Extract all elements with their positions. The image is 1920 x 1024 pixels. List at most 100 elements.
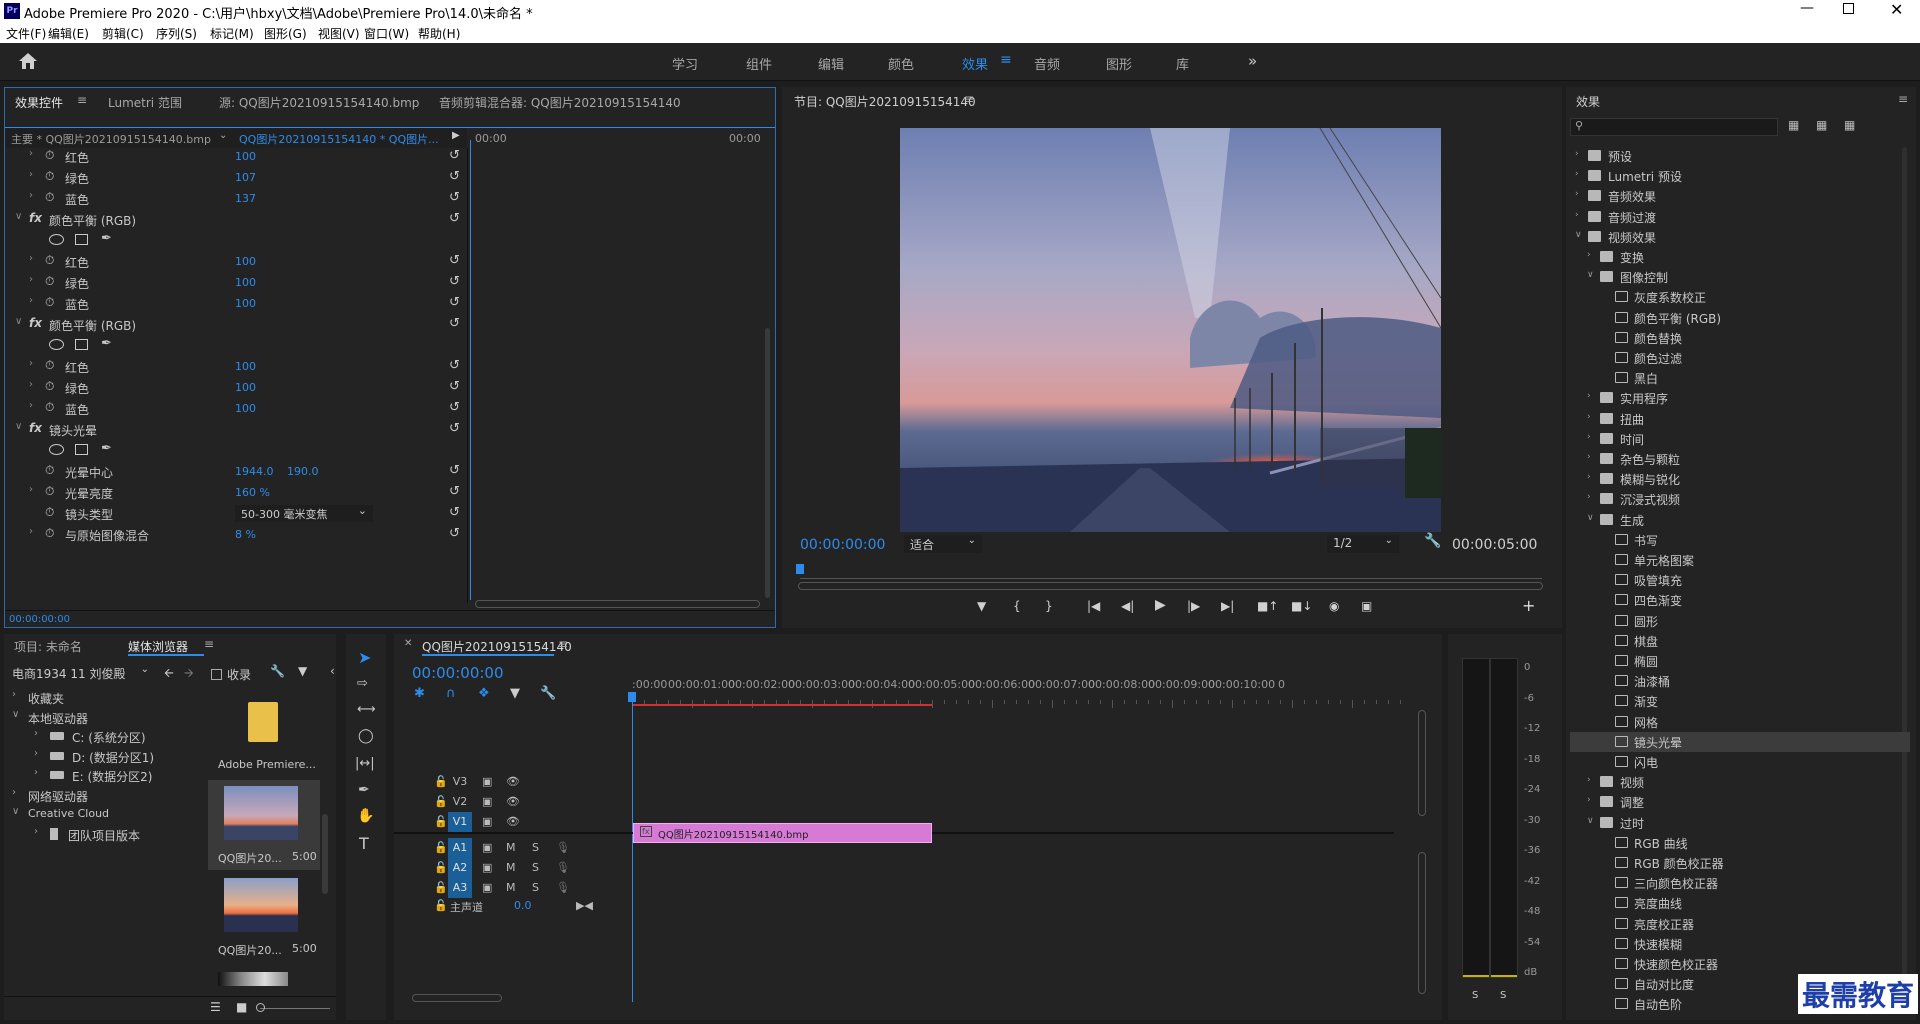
mb-tree-item[interactable]: › 收藏夹 (4, 688, 204, 707)
chevron-right-icon[interactable]: › (1587, 775, 1591, 785)
menu-item[interactable]: 剪辑(C) (102, 25, 144, 42)
param-value[interactable]: 100 (235, 360, 256, 373)
workspace-2[interactable]: 编辑 (818, 54, 844, 73)
mb-scrollbar[interactable] (322, 814, 328, 894)
tab-audio-clip-mixer[interactable]: 音频剪辑混合器: QQ图片20210915154140 (439, 94, 681, 111)
work-area-bar[interactable] (632, 704, 932, 706)
chevron-right-icon[interactable]: › (34, 767, 38, 778)
fit-select[interactable]: 适合 ⌄ (904, 535, 982, 553)
eye-icon[interactable]: 👁 (506, 775, 520, 788)
effect-tree-item[interactable]: ∨ 图像控制 (1570, 267, 1910, 287)
chevron-down-icon[interactable]: ∨ (1587, 270, 1594, 280)
stopwatch-icon[interactable]: ⏱ (45, 253, 54, 268)
ingest-checkbox[interactable] (211, 669, 222, 680)
mark-out-icon[interactable]: } (1045, 599, 1053, 613)
chevron-down-icon[interactable]: ∨ (1587, 816, 1594, 826)
chevron-right-icon[interactable]: › (29, 484, 33, 495)
chevron-down-icon[interactable]: ⌄ (219, 130, 227, 141)
track-target[interactable]: V1 (448, 812, 472, 832)
stopwatch-icon[interactable]: ⏱ (45, 169, 54, 184)
microphone-icon[interactable]: 🎙 (556, 841, 570, 854)
chevron-right-icon[interactable]: › (29, 358, 33, 369)
ellipse-mask-icon[interactable] (49, 339, 64, 350)
chevron-right-icon[interactable]: › (1575, 149, 1579, 159)
param-value[interactable]: 107 (235, 171, 256, 184)
chevron-right-icon[interactable]: › (29, 379, 33, 390)
timeline-h-scroll[interactable] (412, 994, 502, 1002)
ripple-edit-tool-icon[interactable]: ⟷ (357, 702, 376, 717)
chevron-right-icon[interactable]: › (34, 826, 38, 837)
stopwatch-icon[interactable]: ⏱ (45, 295, 54, 310)
tab-effect-controls[interactable]: 效果控件 (15, 94, 63, 111)
program-playhead[interactable] (796, 564, 804, 574)
reset-icon[interactable]: ↺ (449, 463, 460, 478)
step-back-icon[interactable]: ◀| (1121, 599, 1134, 613)
chevron-right-icon[interactable]: › (29, 190, 33, 201)
fx-icon[interactable]: fx (29, 421, 42, 435)
effect-tree-item[interactable]: ∨ 生成 (1570, 510, 1910, 530)
reset-icon[interactable]: ↺ (449, 316, 460, 331)
rect-mask-icon[interactable] (75, 234, 88, 245)
sync-lock-icon[interactable]: ▣ (482, 775, 492, 788)
fx-icon[interactable]: fx (29, 316, 42, 330)
eye-icon[interactable]: 👁 (506, 795, 520, 808)
reset-icon[interactable]: ↺ (449, 211, 460, 226)
stopwatch-icon[interactable]: ⏱ (45, 463, 54, 478)
menu-item[interactable]: 窗口(W) (364, 25, 409, 42)
tab-media-browser[interactable]: 媒体浏览器 (128, 638, 188, 655)
lock-icon[interactable]: 🔓 (434, 861, 448, 874)
ellipse-mask-icon[interactable] (49, 234, 64, 245)
stopwatch-icon[interactable]: ⏱ (45, 484, 54, 499)
track-target[interactable]: A1 (448, 838, 472, 858)
go-to-out-icon[interactable]: ▶| (1221, 599, 1234, 613)
chevron-right-icon[interactable]: › (1575, 210, 1579, 220)
accelerated-effects-icon[interactable]: ▦ (1788, 118, 1799, 132)
sync-lock-icon[interactable]: ▣ (482, 815, 492, 828)
lock-icon[interactable]: 🔓 (434, 795, 448, 808)
reset-icon[interactable]: ↺ (449, 484, 460, 499)
reset-icon[interactable]: ↺ (449, 400, 460, 415)
icon-view-icon[interactable]: ■ (236, 1000, 247, 1014)
master-clip-label[interactable]: 主要 * QQ图片20210915154140.bmp (11, 131, 211, 147)
reset-icon[interactable]: ↺ (449, 253, 460, 268)
chevron-left-icon[interactable]: ‹ (330, 664, 335, 678)
effects-title[interactable]: 效果 (1576, 93, 1600, 110)
tab-source[interactable]: 源: QQ图片20210915154140.bmp (219, 94, 419, 111)
stopwatch-icon[interactable]: ⏱ (45, 379, 54, 394)
effect-tree-item[interactable]: 亮度校正器 (1570, 914, 1910, 934)
effect-tree-item[interactable]: › 杂色与颗粒 (1570, 449, 1910, 469)
param-value[interactable]: 100 (235, 297, 256, 310)
chevron-down-icon[interactable]: ∨ (1587, 513, 1594, 523)
stopwatch-icon[interactable]: ⏱ (45, 505, 54, 520)
effect-tree-item[interactable]: RGB 曲线 (1570, 833, 1910, 853)
param-value[interactable]: 8 % (235, 528, 256, 541)
timeline-ruler[interactable]: :00:00 00:00:01:00 00:00:02:00 00:00:03:00 0… (394, 674, 1401, 714)
ec-playhead[interactable] (470, 140, 471, 600)
chevron-down-icon[interactable]: ∨ (12, 709, 19, 720)
chevron-down-icon[interactable]: ∨ (1575, 230, 1582, 240)
hand-tool-icon[interactable]: ✋ (357, 808, 374, 824)
menu-icon[interactable]: ≡ (1898, 92, 1908, 106)
chevron-down-icon[interactable]: ∨ (12, 806, 19, 817)
effect-tree-item[interactable]: ∨ 过时 (1570, 813, 1910, 833)
mb-tree-item[interactable]: ∨ Creative Cloud (4, 805, 204, 824)
param-value[interactable]: 100 (235, 255, 256, 268)
menu-item[interactable]: 编辑(E) (48, 25, 89, 42)
menu-icon[interactable]: ≡ (77, 93, 87, 107)
workspace-0[interactable]: 学习 (672, 54, 698, 73)
sequence-tab[interactable]: QQ图片20210915154140 (422, 638, 572, 655)
reset-icon[interactable]: ↺ (449, 169, 460, 184)
media-thumbnail[interactable]: QQ图片20... 5:00 (208, 872, 320, 962)
sequence-clip-label[interactable]: QQ图片20210915154140 * QQ图片... (239, 131, 439, 147)
rect-mask-icon[interactable] (75, 339, 88, 350)
export-frame-icon[interactable]: ◉ (1329, 599, 1339, 613)
workspace-4[interactable]: 效果 (962, 54, 988, 73)
forward-icon[interactable]: 🡪 (184, 664, 194, 685)
step-forward-icon[interactable]: |▶ (1187, 599, 1200, 613)
menu-icon[interactable]: ≡ (964, 92, 974, 106)
chevron-right-icon[interactable]: › (34, 728, 38, 739)
reset-icon[interactable]: ↺ (449, 505, 460, 520)
effect-tree-item[interactable]: 网格 (1570, 712, 1910, 732)
effect-tree-item[interactable]: › 变换 (1570, 247, 1910, 267)
program-timecode[interactable]: 00:00:00:00 (800, 537, 885, 553)
